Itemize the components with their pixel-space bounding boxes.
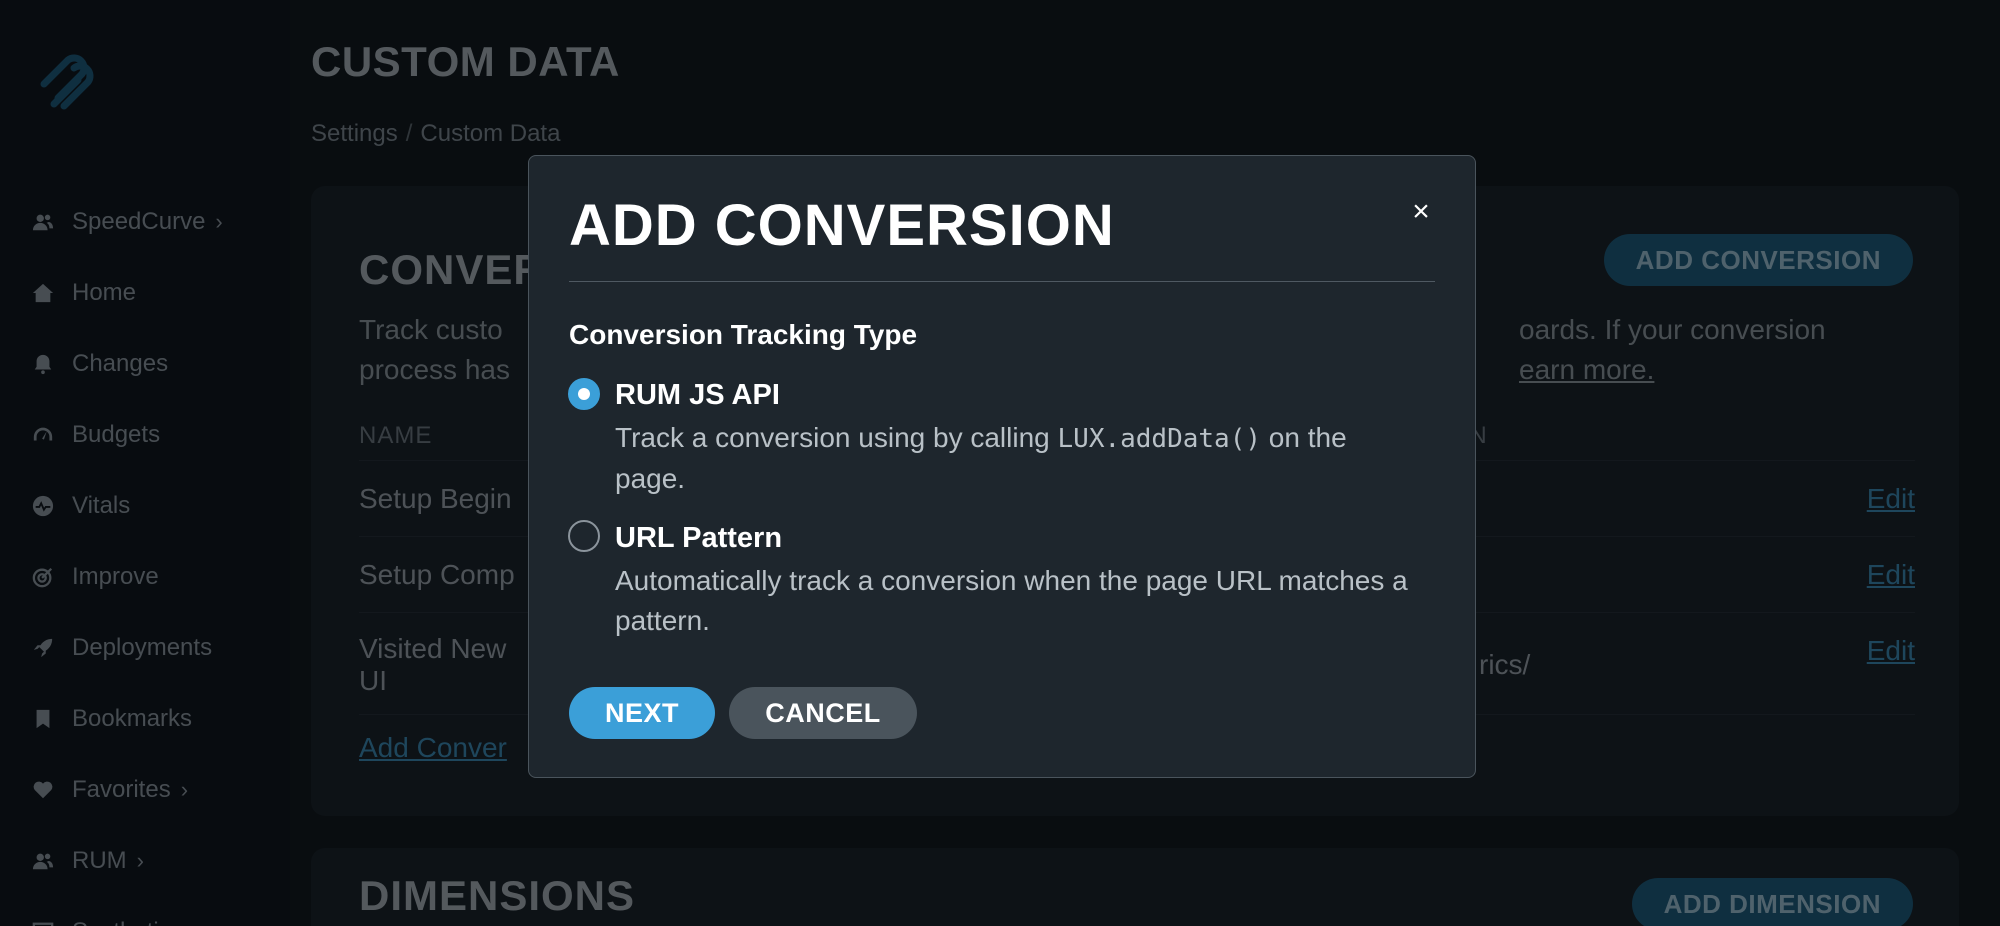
desc-text: Track a conversion using by calling — [615, 422, 1058, 453]
option-desc-url-pattern: Automatically track a conversion when th… — [615, 565, 1408, 636]
tracking-type-label: Conversion Tracking Type — [569, 319, 918, 350]
option-desc-rum-js-api: Track a conversion using by calling LUX.… — [615, 418, 1415, 499]
cancel-button[interactable]: CANCEL — [729, 687, 917, 739]
option-title-rum-js-api[interactable]: RUM JS API — [615, 379, 780, 412]
code-snippet: LUX.addData() — [1057, 424, 1262, 454]
next-button[interactable]: NEXT — [569, 687, 715, 739]
modal-title: ADD CONVERSION — [569, 193, 1115, 258]
radio-url-pattern[interactable] — [568, 520, 600, 552]
modal-divider — [569, 281, 1435, 282]
radio-rum-js-api[interactable] — [568, 378, 600, 410]
close-icon[interactable]: × — [1405, 196, 1437, 228]
add-conversion-modal: ADD CONVERSION × Conversion Tracking Typ… — [528, 155, 1476, 778]
option-title-url-pattern[interactable]: URL Pattern — [615, 522, 782, 555]
